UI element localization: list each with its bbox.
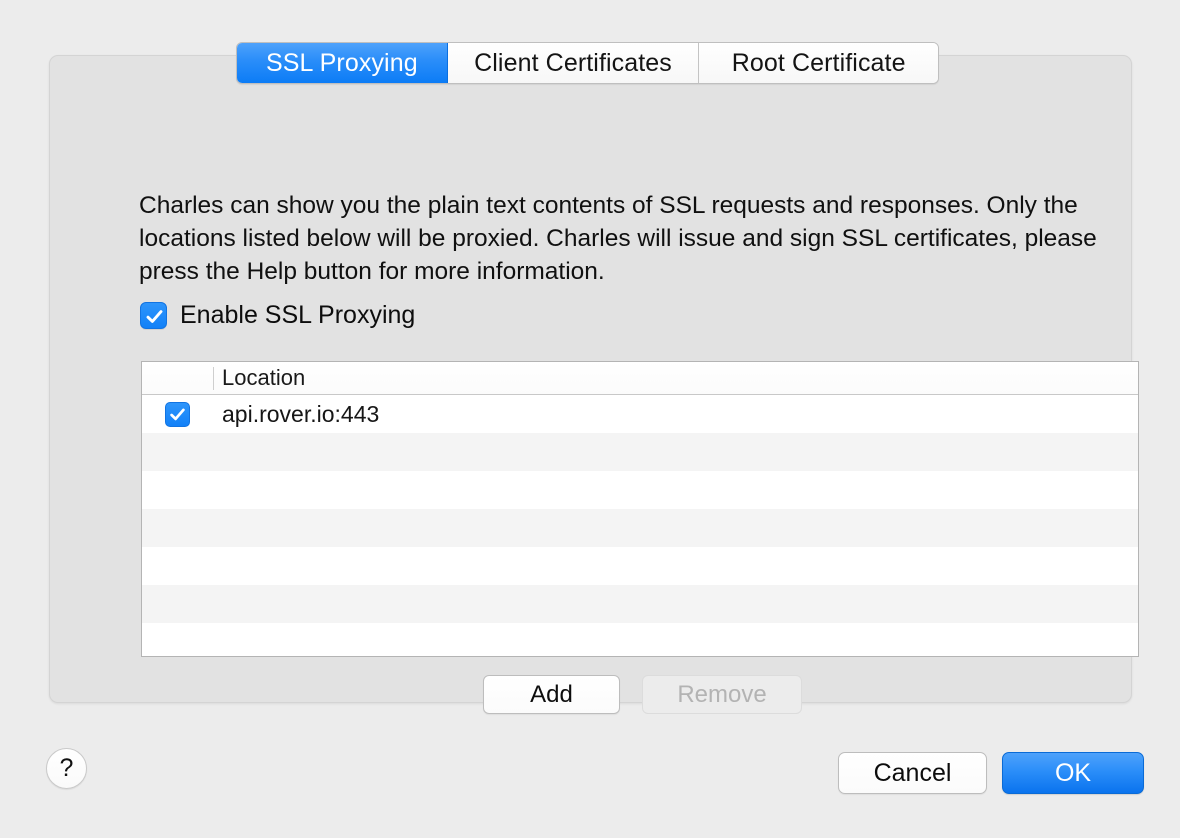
- help-button[interactable]: ?: [46, 748, 87, 789]
- table-header-checkbox-column: [142, 362, 213, 394]
- question-mark-icon: ?: [59, 754, 74, 782]
- tab-ssl-proxying[interactable]: SSL Proxying: [237, 43, 448, 83]
- dialog-action-buttons: Cancel OK: [838, 752, 1144, 794]
- table-row[interactable]: [142, 623, 1138, 656]
- table-row[interactable]: [142, 471, 1138, 509]
- table-row[interactable]: api.rover.io:443: [142, 395, 1138, 433]
- enable-ssl-proxying-row[interactable]: Enable SSL Proxying: [140, 301, 415, 330]
- tab-client-certificates[interactable]: Client Certificates: [447, 43, 700, 83]
- table-header-location[interactable]: Location: [213, 365, 305, 391]
- enable-ssl-proxying-checkbox[interactable]: [140, 302, 167, 329]
- column-divider[interactable]: [213, 367, 214, 390]
- ssl-locations-table[interactable]: Location api.rover.io:443: [141, 361, 1139, 657]
- ssl-proxying-settings-dialog: Charles can show you the plain text cont…: [0, 0, 1180, 838]
- ok-button[interactable]: OK: [1002, 752, 1144, 794]
- row-checkbox-cell[interactable]: [142, 401, 213, 427]
- table-row[interactable]: [142, 509, 1138, 547]
- table-row[interactable]: [142, 433, 1138, 471]
- row-location-value[interactable]: api.rover.io:443: [213, 401, 379, 428]
- tab-root-certificate[interactable]: Root Certificate: [699, 43, 938, 83]
- remove-button: Remove: [642, 675, 802, 714]
- add-button[interactable]: Add: [483, 675, 620, 714]
- table-row[interactable]: [142, 547, 1138, 585]
- list-action-buttons: Add Remove: [483, 675, 802, 714]
- enable-ssl-proxying-label: Enable SSL Proxying: [180, 301, 416, 329]
- table-row[interactable]: [142, 585, 1138, 623]
- table-header-row: Location: [142, 362, 1138, 395]
- panel-description: Charles can show you the plain text cont…: [139, 192, 1097, 285]
- tab-bar: SSL Proxying Client Certificates Root Ce…: [236, 42, 939, 84]
- row-enabled-checkbox[interactable]: [165, 401, 190, 427]
- table-body: api.rover.io:443: [142, 395, 1138, 656]
- cancel-button[interactable]: Cancel: [838, 752, 987, 794]
- settings-panel: Charles can show you the plain text cont…: [49, 55, 1139, 714]
